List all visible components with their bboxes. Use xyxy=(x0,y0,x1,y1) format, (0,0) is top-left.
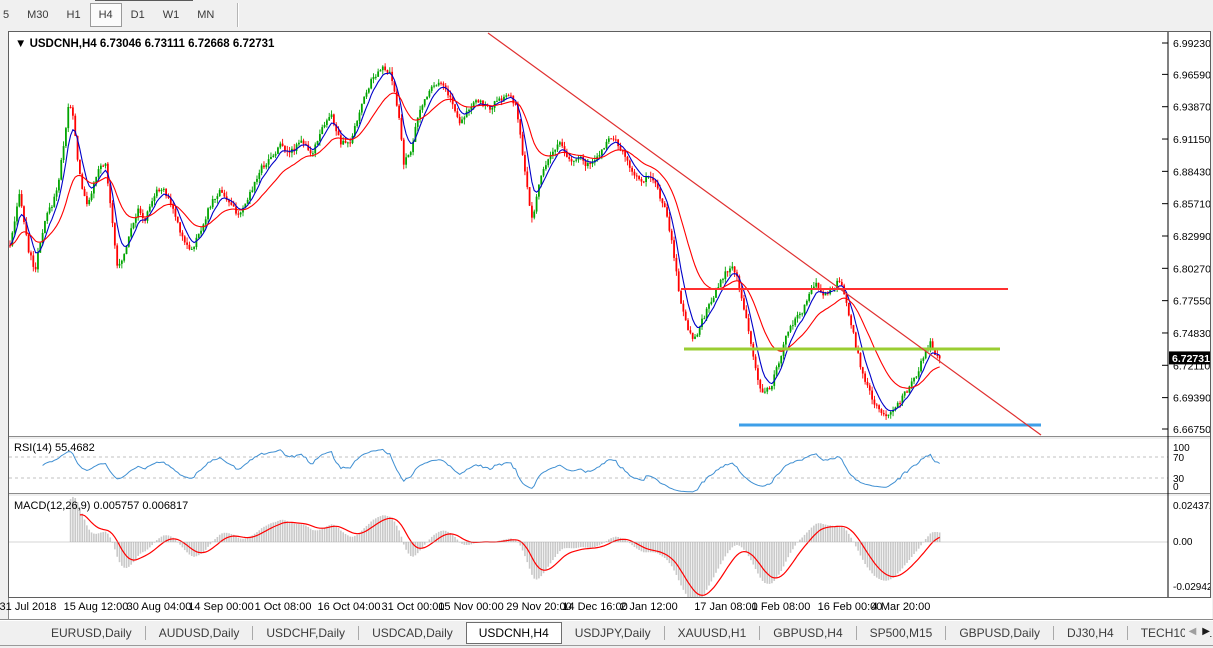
chart-window[interactable]: 6.99230 6.96590 6.93870 6.91150 6.88430 6.857… xyxy=(8,31,1211,598)
timeframe-button-h1[interactable]: H1 xyxy=(58,3,90,27)
panel-separator xyxy=(9,436,1210,437)
panel-separator xyxy=(9,437,1210,439)
toolbar-remnant-line xyxy=(95,0,193,1)
ma-slow-line xyxy=(10,93,940,388)
chart-tab-audusd[interactable]: AUDUSD,Daily xyxy=(146,623,253,643)
candlestick-series xyxy=(9,63,940,420)
chart-tab-usdcnh[interactable]: USDCNH,H4 xyxy=(466,622,562,644)
timeframe-toolbar: 5 M30H1H4D1W1MN xyxy=(0,0,1213,30)
macd-axis-label: 0.00 xyxy=(1173,537,1193,548)
tab-scroll-right-icon[interactable]: ▶ xyxy=(1202,624,1210,640)
timeframe-button-w1[interactable]: W1 xyxy=(154,3,189,27)
chart-tab-sp500[interactable]: SP500,M15 xyxy=(857,623,946,643)
timeframe-button-mn[interactable]: MN xyxy=(188,3,223,27)
rsi-line xyxy=(43,449,940,492)
rsi-axis-label: 0 xyxy=(1173,482,1179,493)
panel-separator xyxy=(9,494,1210,496)
toolbar-separator xyxy=(237,3,239,27)
current-price-label: 6.72731 xyxy=(1172,353,1210,365)
price-axis-label: 6.82990 xyxy=(1173,231,1210,243)
macd-signal-line xyxy=(80,515,940,596)
time-axis-label: 4 Mar 20:00 xyxy=(856,601,946,613)
chart-tab-gbpusd[interactable]: GBPUSD,H4 xyxy=(760,623,855,643)
timeframe-button-m30[interactable]: M30 xyxy=(18,3,57,27)
panel-separator xyxy=(9,493,1210,494)
chart-tab-dj30[interactable]: DJ30,H4 xyxy=(1054,623,1127,643)
chart-tab-gbpusd[interactable]: GBPUSD,Daily xyxy=(946,623,1053,643)
price-axis-label: 6.66750 xyxy=(1173,424,1210,436)
chart-tab-usdjpy[interactable]: USDJPY,Daily xyxy=(562,623,664,643)
rsi-axis-label: 70 xyxy=(1173,453,1185,464)
price-axis-label: 6.74830 xyxy=(1173,328,1210,340)
timeframe-buttons: 5 M30H1H4D1W1MN xyxy=(0,3,239,27)
ma-fast-line xyxy=(10,73,940,411)
price-axis-label: 6.69390 xyxy=(1173,393,1210,405)
time-axis: 31 Jul 201815 Aug 12:0030 Aug 04:0014 Se… xyxy=(8,598,1212,619)
tab-scroll-left-icon[interactable]: ◀ xyxy=(1189,624,1197,640)
price-axis-label: 6.85710 xyxy=(1173,199,1210,211)
macd-axis-label: -0.029423 xyxy=(1173,582,1210,593)
chart-canvas[interactable]: 6.99230 6.96590 6.93870 6.91150 6.88430 6.857… xyxy=(9,32,1210,597)
chart-tab-usdcad[interactable]: USDCAD,Daily xyxy=(359,623,466,643)
price-axis-label: 6.99230 xyxy=(1173,38,1210,50)
timeframe-button-d1[interactable]: D1 xyxy=(122,3,154,27)
price-axis-label: 6.77550 xyxy=(1173,296,1210,308)
timeframe-button-h4[interactable]: H4 xyxy=(90,3,122,27)
price-axis-label: 6.80270 xyxy=(1173,263,1210,275)
price-axis-label: 6.88430 xyxy=(1173,166,1210,178)
price-axis-label: 6.93870 xyxy=(1173,102,1210,114)
chart-tab-usdchf[interactable]: USDCHF,Daily xyxy=(253,623,358,643)
timeframe-button-partial[interactable]: 5 xyxy=(0,3,18,27)
macd-axis-label: 0.024372 xyxy=(1173,501,1210,512)
tab-scroll-arrows: ◀ ▶ xyxy=(1185,624,1210,640)
macd-histogram xyxy=(70,497,941,597)
chart-tab-xauusd[interactable]: XAUUSD,H1 xyxy=(665,623,760,643)
price-axis-label: 6.96590 xyxy=(1173,69,1210,81)
chart-tab-bar: EURUSD,DailyAUDUSD,DailyUSDCHF,DailyUSDC… xyxy=(0,621,1213,645)
chart-tab-eurusd[interactable]: EURUSD,Daily xyxy=(38,623,145,643)
chart-title: ▼ USDCNH,H4 6.73046 6.73111 6.72668 6.72… xyxy=(15,38,275,50)
price-axis-label: 6.91150 xyxy=(1173,134,1210,146)
macd-label: MACD(12,26,9) 0.005757 0.006817 xyxy=(14,500,188,512)
rsi-label: RSI(14) 55.4682 xyxy=(14,442,95,454)
